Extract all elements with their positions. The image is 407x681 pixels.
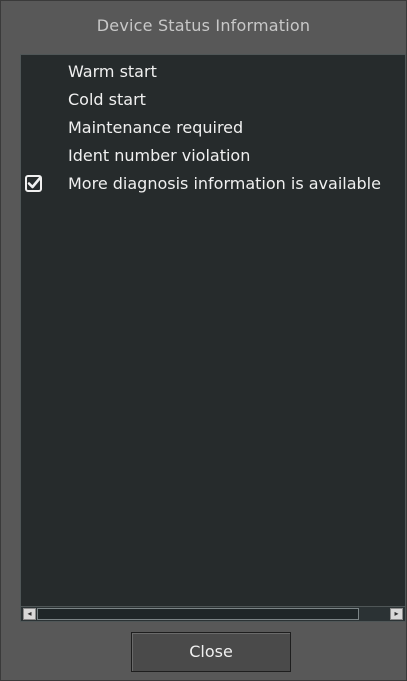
list-item-cold-start[interactable]: Cold start <box>21 87 405 115</box>
list-item-label: Warm start <box>68 62 157 81</box>
device-status-dialog: Device Status Information Warm start Col… <box>0 0 407 681</box>
list-item-more-diagnosis[interactable]: More diagnosis information is available <box>21 171 405 199</box>
scrollbar-thumb[interactable] <box>37 608 359 620</box>
horizontal-scrollbar[interactable]: ◂ ▸ <box>21 606 405 621</box>
dialog-title: Device Status Information <box>96 16 311 35</box>
list-item-label: Maintenance required <box>68 118 244 137</box>
list-item-label: More diagnosis information is available <box>68 174 381 193</box>
scroll-left-icon[interactable]: ◂ <box>23 608 36 620</box>
checkbox-checked-icon[interactable] <box>25 175 42 192</box>
list-item-warm-start[interactable]: Warm start <box>21 59 405 87</box>
list-item-label: Ident number violation <box>68 146 251 165</box>
status-list-panel[interactable]: Warm start Cold start Maintenance requir… <box>20 54 406 622</box>
list-item-label: Cold start <box>68 90 146 109</box>
list-item-maintenance-required[interactable]: Maintenance required <box>21 115 405 143</box>
scroll-right-icon[interactable]: ▸ <box>390 608 403 620</box>
close-button[interactable]: Close <box>131 632 291 672</box>
list-item-ident-number-violation[interactable]: Ident number violation <box>21 143 405 171</box>
